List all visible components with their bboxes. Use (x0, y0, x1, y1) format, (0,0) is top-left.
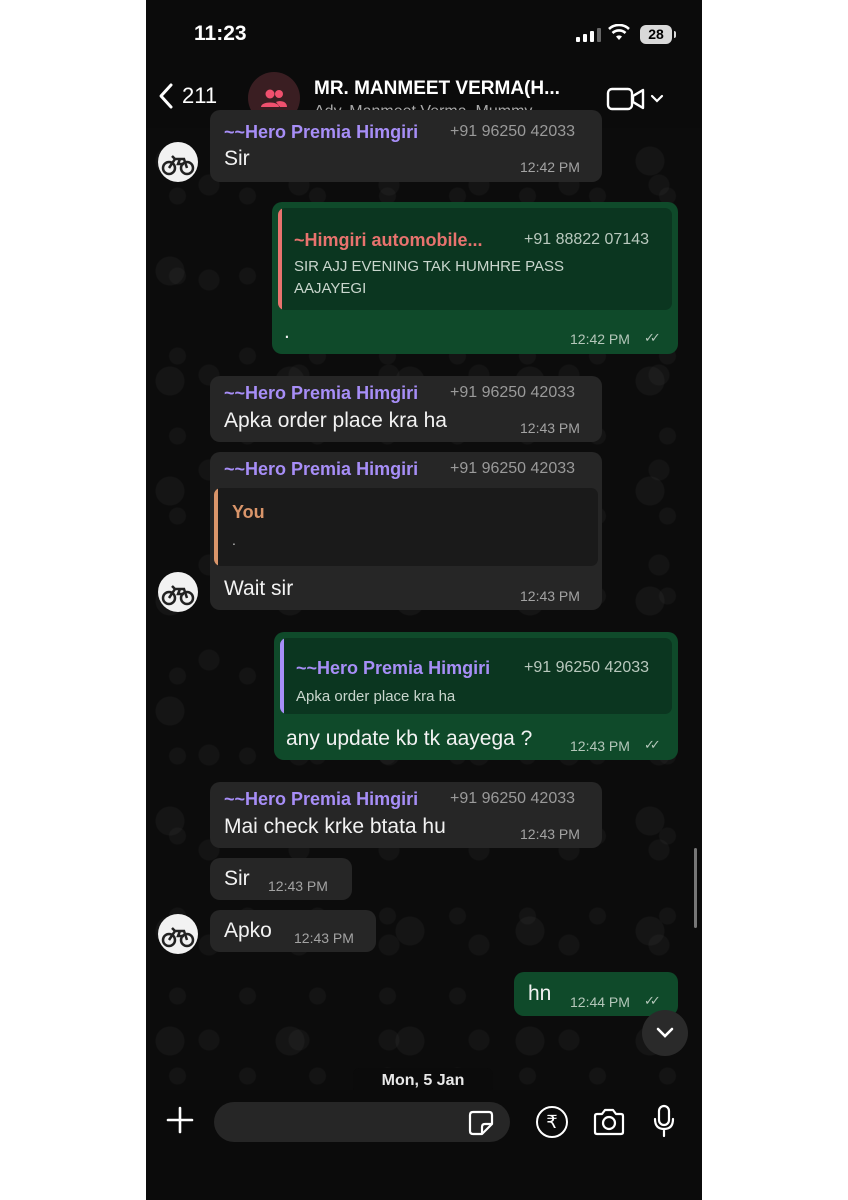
sender-phone: +91 96250 42033 (450, 790, 576, 807)
message-time: 12:43 PM (520, 826, 580, 842)
quoted-message[interactable]: ~Himgiri automobile... +91 88822 07143 S… (278, 208, 672, 310)
message-time: 12:44 PM (570, 994, 630, 1010)
read-receipt-icon: ✓✓ (644, 737, 661, 752)
sender-name: ~~Hero Premia Himgiri (224, 459, 419, 479)
message-time: 12:43 PM (520, 420, 580, 436)
quoted-text: Apka order place kra ha (296, 688, 456, 705)
camera-icon[interactable] (592, 1108, 626, 1136)
quoted-text: SIR AJJ EVENING TAK HUMHRE PASS (294, 258, 565, 275)
message-text: any update kb tk aayega ? (286, 727, 533, 750)
message-bubble[interactable]: ~~Hero Premia Himgiri +91 96250 42033 Ap… (210, 376, 602, 442)
quoted-message[interactable]: You . (214, 488, 598, 566)
sender-avatar[interactable] (158, 572, 198, 612)
sender-avatar[interactable] (158, 142, 198, 182)
payment-rupee-icon[interactable]: ₹ (536, 1106, 568, 1138)
message-bubble[interactable]: Sir 12:43 PM (210, 858, 352, 900)
sender-phone: +91 96250 42033 (450, 460, 576, 477)
message-text: Apka order place kra ha (224, 409, 447, 432)
message-text: Sir (224, 147, 250, 170)
quoted-sender: ~~Hero Premia Himgiri (296, 658, 491, 678)
message-text: Apko (224, 919, 272, 942)
message-time: 12:43 PM (294, 930, 354, 946)
motorcycle-icon (161, 927, 195, 948)
quoted-text: AAJAYEGI (294, 280, 367, 297)
motorcycle-icon (161, 585, 195, 606)
message-text: Mai check krke btata hu (224, 815, 446, 838)
message-text: Wait sir (224, 577, 294, 600)
read-receipt-icon: ✓✓ (644, 993, 661, 1008)
message-time: 12:43 PM (268, 878, 328, 894)
status-bar: 11:23 28 (146, 0, 702, 70)
message-text: hn (528, 982, 552, 1005)
message-bubble[interactable]: ~~Hero Premia Himgiri +91 96250 42033 Ma… (210, 782, 602, 848)
sender-name: ~~Hero Premia Himgiri (224, 383, 419, 403)
message-time: 12:43 PM (520, 588, 580, 604)
sender-name: ~~Hero Premia Himgiri (224, 789, 419, 809)
microphone-icon[interactable] (652, 1104, 676, 1138)
quoted-message[interactable]: ~~Hero Premia Himgiri +91 96250 42033 Ap… (280, 638, 672, 714)
battery-icon: 28 (640, 25, 676, 44)
quoted-phone: +91 96250 42033 (524, 659, 650, 676)
message-input[interactable] (214, 1102, 510, 1142)
chevron-down-icon (656, 1027, 674, 1038)
signal-icon (576, 28, 601, 42)
read-receipt-icon: ✓✓ (644, 330, 661, 345)
message-time: 12:43 PM (570, 738, 630, 754)
quoted-phone: +91 88822 07143 (524, 231, 650, 248)
phone-screen: 11:23 28 211 MR. MANMEET VERMA(H... ~~He… (146, 0, 702, 1200)
message-composer: ₹ (146, 1090, 702, 1200)
sender-phone: +91 96250 42033 (450, 384, 576, 401)
message-bubble-outgoing[interactable]: ~Himgiri automobile... +91 88822 07143 S… (272, 202, 678, 354)
message-time: 12:42 PM (520, 159, 580, 175)
quoted-text: . (232, 532, 236, 548)
scroll-to-bottom-button[interactable] (642, 1010, 688, 1056)
message-bubble[interactable]: ~~Hero Premia Himgiri +91 96250 42033 Yo… (210, 452, 602, 610)
scrollbar[interactable] (694, 848, 697, 928)
sender-avatar[interactable] (158, 914, 198, 954)
wifi-icon (608, 24, 630, 40)
status-time: 11:23 (194, 22, 247, 45)
message-text: Sir (224, 867, 250, 890)
plus-icon[interactable] (164, 1104, 196, 1136)
quoted-sender: ~Himgiri automobile... (294, 230, 483, 250)
message-time: 12:42 PM (570, 331, 630, 347)
message-bubble[interactable]: Apko 12:43 PM (210, 910, 376, 952)
message-bubble-outgoing[interactable]: ~~Hero Premia Himgiri +91 96250 42033 Ap… (274, 632, 678, 760)
message-bubble-outgoing[interactable]: hn 12:44 PM ✓✓ (514, 972, 678, 1016)
message-text: . (284, 320, 290, 343)
quoted-sender: You (232, 502, 265, 522)
sticker-icon[interactable] (468, 1110, 494, 1136)
motorcycle-icon (161, 155, 195, 176)
